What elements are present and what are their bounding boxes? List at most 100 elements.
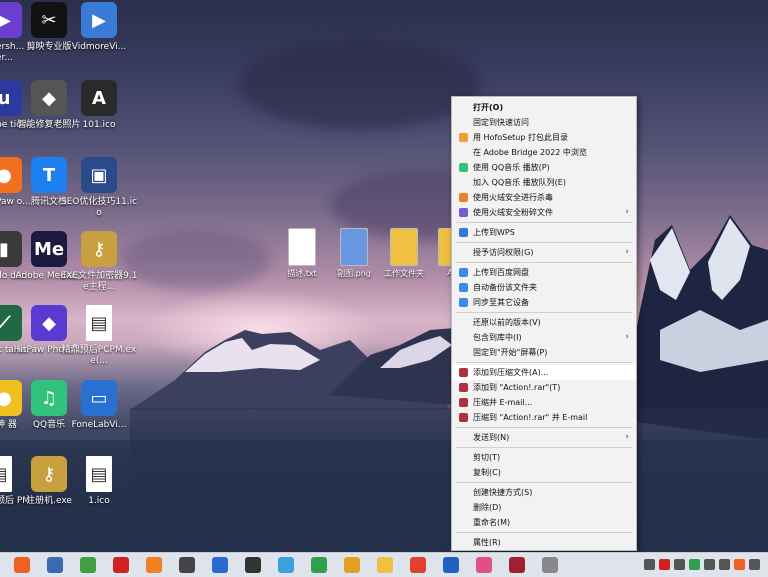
context-menu: 打开(O) 固定到快速访问用 HofoSetup 打包此目录在 Adobe Bri… xyxy=(451,96,637,551)
app-printer-icon[interactable] xyxy=(47,557,63,573)
menu-item-label: 打开(O) xyxy=(473,103,504,112)
desktop-icon[interactable]: ▤ 精鼎预后PCPM.exe(... xyxy=(60,305,138,367)
menu-item[interactable]: 压缩到 "Action!.rar" 并 E-mail xyxy=(452,410,636,425)
app-panda-icon[interactable] xyxy=(311,557,327,573)
menu-separator xyxy=(456,222,632,223)
menu-item[interactable]: 用 HofoSetup 打包此目录 xyxy=(452,130,636,145)
desktop-icon[interactable]: A 101.ico xyxy=(60,80,138,131)
mic-icon[interactable] xyxy=(674,559,685,570)
app-aperture-icon[interactable] xyxy=(179,557,195,573)
record-icon[interactable] xyxy=(659,559,670,570)
app-icon: ▤ xyxy=(86,456,112,492)
desktop-file[interactable]: 描述.txt xyxy=(278,228,326,279)
menu-item[interactable]: 上传到百度网盘 xyxy=(452,265,636,280)
app-blue-square-icon[interactable] xyxy=(443,557,459,573)
menu-item-label: 剪切(T) xyxy=(473,453,501,462)
app-tray-orange[interactable] xyxy=(734,559,745,570)
app-colorful-icon[interactable] xyxy=(476,557,492,573)
menu-item[interactable]: 使用火绒安全进行杀毒 xyxy=(452,190,636,205)
menu-item-icon xyxy=(459,133,468,142)
menu-item-label: 添加到 "Action!.rar"(T) xyxy=(473,383,561,392)
menu-item-label: 上传到百度网盘 xyxy=(473,268,529,277)
app-gray-icon[interactable] xyxy=(542,557,558,573)
menu-item-label: 发送到(N) xyxy=(473,433,510,442)
menu-item-label: 使用 QQ音乐 播放(P) xyxy=(473,163,550,172)
menu-item[interactable]: 删除(D) xyxy=(452,500,636,515)
menu-separator xyxy=(456,482,632,483)
desktop-icon[interactable]: ▶ VidmoreVi... xyxy=(60,2,138,53)
app-bird-icon[interactable] xyxy=(278,557,294,573)
menu-item-label: 在 Adobe Bridge 2022 中浏览 xyxy=(473,148,587,157)
app-box-icon[interactable] xyxy=(344,557,360,573)
menu-separator xyxy=(456,262,632,263)
menu-item-icon xyxy=(459,413,468,422)
menu-item-label: 添加到压缩文件(A)... xyxy=(473,368,549,377)
menu-item[interactable]: 添加到 "Action!.rar"(T) xyxy=(452,380,636,395)
menu-item[interactable]: 同步至其它设备 xyxy=(452,295,636,310)
desktop-icon[interactable]: ▭ FoneLabVi... xyxy=(60,380,138,431)
menu-item[interactable]: 自动备份该文件夹 xyxy=(452,280,636,295)
menu-item-icon xyxy=(459,383,468,392)
app-blue-circle-icon[interactable] xyxy=(212,557,228,573)
chevron-up-icon[interactable] xyxy=(644,559,655,570)
menu-item[interactable]: 在 Adobe Bridge 2022 中浏览 xyxy=(452,145,636,160)
check-icon[interactable] xyxy=(704,559,715,570)
menu-item[interactable]: 添加到压缩文件(A)... xyxy=(452,365,636,380)
volume-icon[interactable] xyxy=(749,559,760,570)
desktop-icon-label: VidmoreVi... xyxy=(71,42,127,52)
desktop-icon[interactable]: ▤ 1.ico xyxy=(60,456,138,507)
menu-item[interactable]: 授予访问权限(G) › xyxy=(452,245,636,260)
menu-item-icon xyxy=(459,298,468,307)
app-rar-icon[interactable] xyxy=(509,557,525,573)
taskbar xyxy=(0,552,768,577)
desktop-icon-label: 精鼎预后PCPM.exe(... xyxy=(61,345,137,366)
menu-item-label: 自动备份该文件夹 xyxy=(473,283,537,292)
chevron-right-icon: › xyxy=(625,207,629,217)
network-icon[interactable] xyxy=(719,559,730,570)
menu-item[interactable]: 使用 QQ音乐 播放(P) xyxy=(452,160,636,175)
desktop-file[interactable]: 工作文件夹 xyxy=(380,228,428,279)
app-icon: ▤ xyxy=(86,305,112,341)
menu-item-icon xyxy=(459,368,468,377)
menu-item[interactable]: 包含到库中(I) › xyxy=(452,330,636,345)
desktop-icon[interactable]: ▣ SEO优化技巧11.ico xyxy=(60,157,138,219)
sync-icon[interactable] xyxy=(689,559,700,570)
menu-item-label: 用 HofoSetup 打包此目录 xyxy=(473,133,568,142)
menu-item[interactable]: 加入 QQ音乐 播放队列(E) xyxy=(452,175,636,190)
app-green-arrow-icon[interactable] xyxy=(80,557,96,573)
menu-item[interactable]: 固定到快速访问 xyxy=(452,115,636,130)
menu-separator xyxy=(456,312,632,313)
app-orange-icon[interactable] xyxy=(14,557,30,573)
file-icon xyxy=(340,228,368,266)
menu-item-label: 同步至其它设备 xyxy=(473,298,529,307)
app-record-icon[interactable] xyxy=(113,557,129,573)
desktop-icon-label: SEO优化技巧11.ico xyxy=(60,197,138,218)
menu-item-label: 还原以前的版本(V) xyxy=(473,318,541,327)
app-folder-icon[interactable] xyxy=(377,557,393,573)
menu-item[interactable]: 压缩并 E-mail... xyxy=(452,395,636,410)
menu-item[interactable]: 使用火绒安全粉碎文件 › xyxy=(452,205,636,220)
menu-separator xyxy=(456,447,632,448)
menu-item-icon xyxy=(459,163,468,172)
menu-item[interactable]: 剪切(T) xyxy=(452,450,636,465)
desktop-icon-label: EXE文件加密器9.1e主程... xyxy=(60,271,138,292)
menu-item[interactable]: 属性(R) xyxy=(452,535,636,550)
menu-item-label: 删除(D) xyxy=(473,503,502,512)
menu-item-label: 加入 QQ音乐 播放队列(E) xyxy=(473,178,566,187)
chevron-right-icon: › xyxy=(625,247,629,257)
desktop-file[interactable]: 副图.png xyxy=(330,228,378,279)
menu-item[interactable]: 上传到WPS xyxy=(452,225,636,240)
app-search-icon[interactable] xyxy=(146,557,162,573)
file-icon xyxy=(390,228,418,266)
desktop-icon[interactable]: ⚷ EXE文件加密器9.1e主程... xyxy=(60,231,138,293)
menu-item[interactable]: 还原以前的版本(V) xyxy=(452,315,636,330)
menu-item[interactable]: 重命名(M) xyxy=(452,515,636,530)
menu-item[interactable]: 复制(C) xyxy=(452,465,636,480)
menu-item[interactable]: 固定到"开始"屏幕(P) xyxy=(452,345,636,360)
menu-item[interactable]: 创建快捷方式(S) xyxy=(452,485,636,500)
menu-item[interactable]: 打开(O) xyxy=(452,100,636,115)
app-a-circle-icon[interactable] xyxy=(245,557,261,573)
menu-item[interactable]: 发送到(N) › xyxy=(452,430,636,445)
menu-item-label: 包含到库中(I) xyxy=(473,333,522,342)
app-chrome-icon[interactable] xyxy=(410,557,426,573)
